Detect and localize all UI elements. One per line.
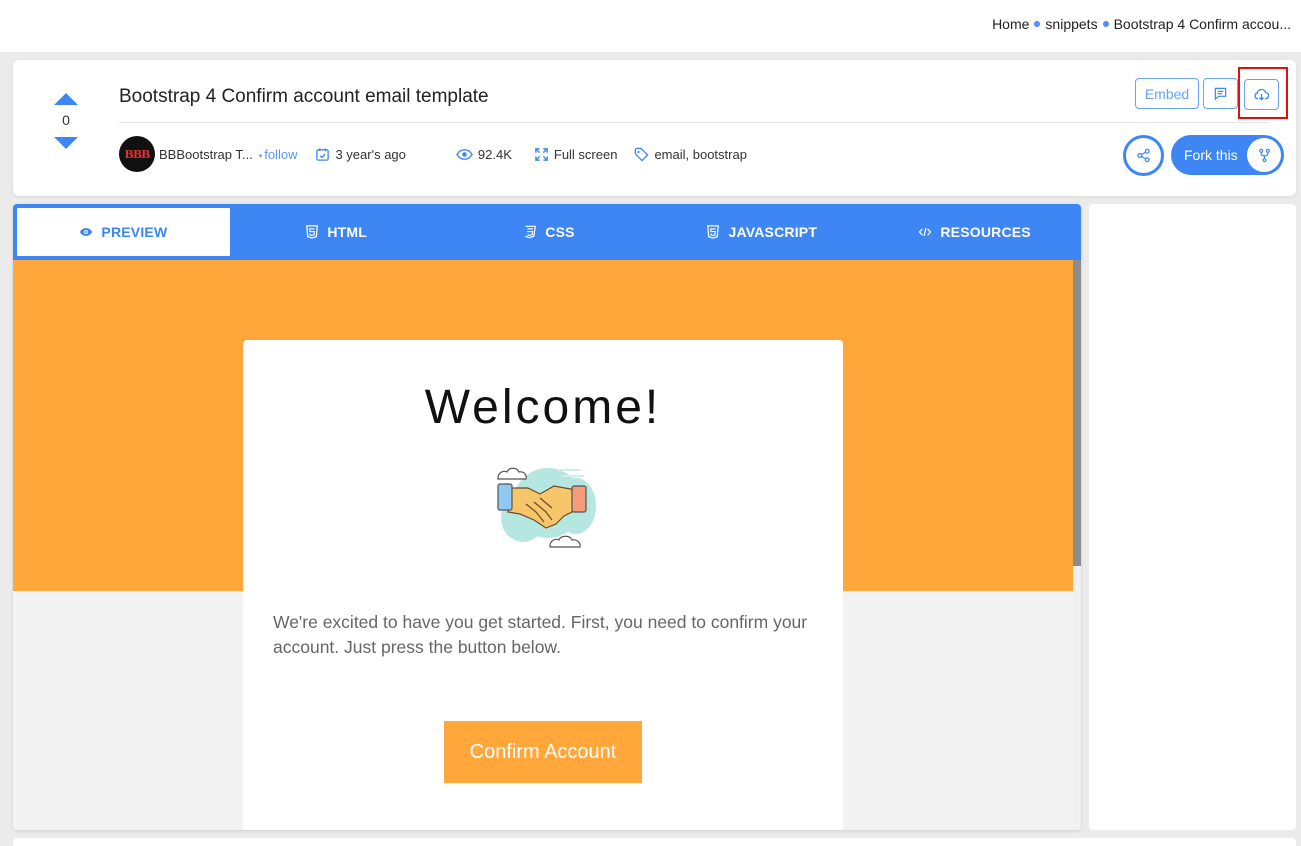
email-heading: Welcome! [424, 381, 662, 434]
scroll-thumb[interactable] [1073, 260, 1081, 566]
js-icon [706, 224, 721, 240]
fullscreen-label: Full screen [553, 146, 618, 162]
vote-count: 0 [62, 112, 70, 128]
views-count: 92.4K [477, 146, 512, 162]
breadcrumb: Home snippets Bootstrap 4 Confirm accou.… [992, 16, 1291, 32]
expand-icon [534, 147, 549, 162]
comment-button[interactable] [1203, 78, 1238, 109]
email-body: We're excited to have you get started. F… [273, 612, 808, 657]
downvote-icon[interactable] [54, 137, 78, 149]
tag-icon [634, 147, 649, 162]
breadcrumb-separator [1102, 21, 1109, 27]
breadcrumb-snippets[interactable]: snippets [1045, 16, 1097, 32]
breadcrumb-current: Bootstrap 4 Confirm accou... [1113, 16, 1291, 32]
age-item: 3 year's ago [315, 146, 406, 162]
fullscreen-button[interactable]: Full screen [534, 146, 618, 162]
tab-css[interactable]: CSS [443, 204, 656, 260]
eye-icon [456, 147, 473, 162]
fork-label: Fork this [1184, 147, 1238, 163]
snippet-header: 0 Bootstrap 4 Confirm account email temp… [13, 60, 1296, 196]
email-card: Welcome! We're excited to have you get s… [243, 340, 843, 830]
handshake-illustration [488, 458, 603, 558]
bottom-panel [13, 838, 1296, 846]
tab-label: CSS [545, 224, 575, 240]
tab-javascript[interactable]: JAVASCRIPT [655, 204, 868, 260]
tab-html[interactable]: HTML [230, 204, 443, 260]
comment-icon [1213, 86, 1228, 101]
views-item: 92.4K [456, 147, 512, 162]
tab-preview[interactable]: PREVIEW [17, 208, 230, 256]
html5-icon [305, 224, 320, 240]
breadcrumb-home[interactable]: Home [992, 16, 1029, 32]
age-text: 3 year's ago [335, 146, 406, 162]
tab-label: RESOURCES [940, 224, 1031, 240]
eye-icon [79, 225, 94, 240]
avatar[interactable]: BBB [119, 136, 155, 172]
highlight-box [1238, 67, 1288, 119]
upvote-icon[interactable] [54, 93, 78, 105]
calendar-check-icon [315, 147, 330, 162]
fork-icon [1257, 148, 1272, 163]
fork-icon-wrap [1247, 138, 1281, 172]
follow-label: follow [264, 146, 298, 162]
share-icon [1136, 148, 1151, 163]
top-bar: Home snippets Bootstrap 4 Confirm accou.… [0, 0, 1301, 52]
preview-frame: Welcome! We're excited to have you get s… [13, 260, 1073, 830]
vote-widget: 0 [53, 93, 79, 149]
divider [119, 122, 1269, 123]
tab-label: HTML [327, 224, 368, 240]
preview-scrollbar[interactable] [1073, 260, 1081, 830]
tab-resources[interactable]: RESOURCES [868, 204, 1081, 260]
confirm-account-button[interactable]: Confirm Account [444, 721, 642, 783]
tab-label: JAVASCRIPT [728, 224, 818, 240]
tags-item: email, bootstrap [634, 147, 747, 162]
breadcrumb-separator [1034, 21, 1041, 27]
fork-button[interactable]: Fork this [1171, 135, 1284, 175]
tags-text[interactable]: email, bootstrap [654, 147, 747, 162]
code-icon [918, 225, 933, 240]
code-panel: PREVIEW HTML CSS JAVASCRIPT RESOURCES We… [13, 204, 1081, 830]
side-panel [1089, 204, 1296, 830]
embed-button[interactable]: Embed [1135, 78, 1199, 109]
css3-icon [523, 225, 538, 240]
author-name[interactable]: BBBootstrap T... [159, 147, 253, 162]
tab-bar: PREVIEW HTML CSS JAVASCRIPT RESOURCES [13, 204, 1081, 260]
snippet-meta: BBB BBBootstrap T... • follow 3 year's ag… [119, 136, 747, 172]
tab-label: PREVIEW [101, 224, 168, 240]
share-button[interactable] [1123, 135, 1164, 176]
follow-link[interactable]: • follow [259, 147, 298, 162]
page-title: Bootstrap 4 Confirm account email templa… [119, 86, 489, 107]
